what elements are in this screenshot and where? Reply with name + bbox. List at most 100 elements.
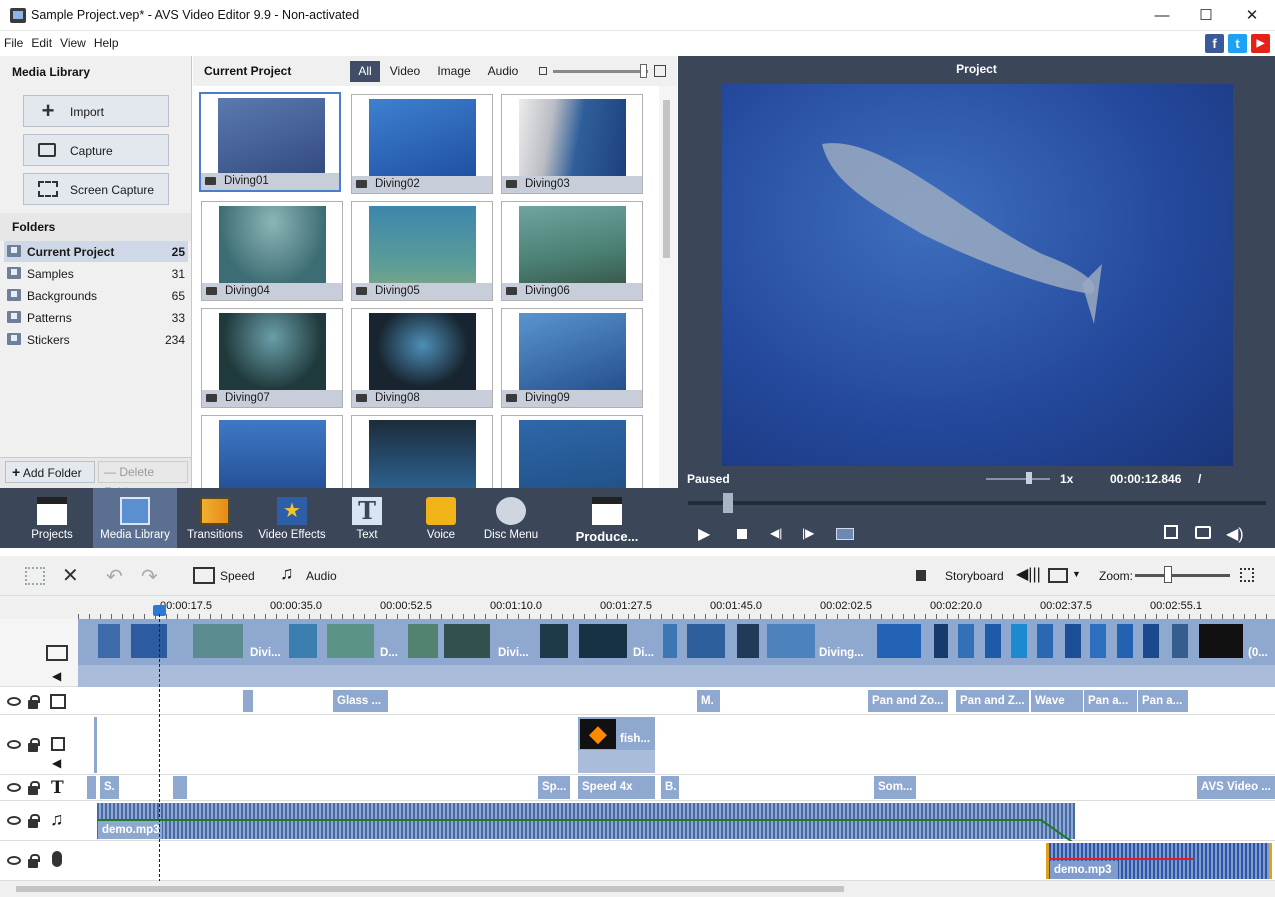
stop-icon[interactable] [737,529,747,539]
media-item[interactable]: Diving05 [351,201,493,301]
filter-image-tab[interactable]: Image [432,61,476,82]
text-clip[interactable]: AVS Video ... [1197,776,1275,799]
speed-button[interactable]: Speed [220,569,255,583]
speed-slider[interactable] [986,478,1050,480]
media-item[interactable]: Diving03 [501,94,643,194]
eye-icon[interactable] [7,740,21,749]
audio-clip[interactable] [97,803,1075,839]
transitions-tool[interactable]: Transitions [180,488,250,548]
facebook-icon[interactable]: f [1205,34,1224,53]
next-frame-icon[interactable]: |▶ [802,526,814,540]
crop-icon[interactable] [25,567,45,585]
eye-icon[interactable] [7,783,21,792]
menu-file[interactable]: File [0,31,27,55]
effect-clip[interactable]: Pan a... [1084,690,1137,712]
audio-icon[interactable]: ♫ [280,563,294,584]
eye-icon[interactable] [7,697,21,706]
slider-handle[interactable] [640,64,647,78]
media-item[interactable] [351,415,493,488]
video-audio-strip[interactable] [78,665,1275,687]
small-thumb-icon[interactable] [539,67,547,75]
delete-icon[interactable]: ✕ [62,563,79,588]
chevron-down-icon[interactable]: ▼ [1072,569,1081,579]
folder-patterns[interactable]: Patterns 33 [4,307,188,328]
media-item[interactable] [501,415,643,488]
media-item[interactable]: Diving02 [351,94,493,194]
twitter-icon[interactable]: t [1228,34,1247,53]
speed-icon[interactable] [193,567,215,584]
effect-clip[interactable]: M. [697,690,720,712]
add-folder-button[interactable]: + Add Folder [5,461,95,483]
overlay-clip[interactable]: ◆ fish... [578,717,655,773]
text-clip[interactable] [173,776,187,799]
scrollbar-thumb[interactable] [16,886,844,892]
media-item[interactable]: Diving07 [201,308,343,408]
media-item[interactable]: Diving01 [199,92,341,192]
large-thumb-icon[interactable] [654,65,666,77]
effect-clip[interactable]: Pan and Z... [956,690,1029,712]
storyboard-button[interactable]: Storyboard [945,569,1004,583]
play-icon[interactable]: ▶ [698,524,710,544]
delete-folder-button[interactable]: — Delete Folder [98,461,188,499]
media-item[interactable]: Diving09 [501,308,643,408]
previous-frame-icon[interactable]: ◀| [770,526,782,540]
folder-samples[interactable]: Samples 31 [4,263,188,284]
text-clip[interactable] [87,776,96,799]
effect-clip[interactable]: Pan a... [1138,690,1188,712]
thumb-size-slider[interactable] [553,70,648,73]
folder-stickers[interactable]: Stickers 234 [4,329,188,350]
disc-menu-tool[interactable]: Disc Menu [478,488,544,548]
overlay-track[interactable]: ◀ ◆ fish... [0,715,1275,775]
media-item[interactable]: Diving06 [501,201,643,301]
filter-audio-tab[interactable]: Audio [482,61,524,82]
produce-tool[interactable]: Produce... [566,488,648,548]
split-icon[interactable] [836,528,854,540]
effect-clip[interactable]: Glass ... [333,690,388,712]
lock-icon[interactable] [28,781,40,795]
projects-tool[interactable]: Projects [16,488,88,548]
menu-edit[interactable]: Edit [27,31,56,55]
media-library-tool[interactable]: Media Library [93,488,177,548]
filter-all-tab[interactable]: All [350,61,380,82]
seek-bar[interactable] [688,501,1266,505]
menu-help[interactable]: Help [90,31,123,55]
effect-clip[interactable]: Pan and Zo... [868,690,948,712]
eye-icon[interactable] [7,856,21,865]
effects-track[interactable]: Glass ... M. Pan and Zo... Pan and Z... … [0,687,1275,715]
zoom-handle[interactable] [1164,566,1172,583]
zoom-slider[interactable] [1135,574,1230,577]
text-clip[interactable]: Som... [874,776,916,799]
minimize-button[interactable]: — [1139,0,1185,31]
timeline-scrollbar[interactable] [0,881,1275,897]
undo-icon[interactable]: ↶ [106,564,123,589]
snapshot-icon[interactable] [1195,526,1211,539]
voice-track[interactable]: demo.mp3 [0,841,1275,881]
text-track[interactable]: T S. Sp... Speed 4x B. Som... AVS Video … [0,775,1275,801]
voice-tool[interactable]: Voice [411,488,471,548]
lock-icon[interactable] [28,738,40,752]
menu-view[interactable]: View [56,31,90,55]
scrollbar-thumb[interactable] [663,100,670,258]
folder-current-project[interactable]: Current Project 25 [4,241,188,262]
audio-track[interactable]: ♫ demo.mp3 [0,801,1275,845]
audio-button[interactable]: Audio [306,569,337,583]
media-item[interactable] [201,415,343,488]
media-grid-scrollbar[interactable] [659,86,677,488]
volume-icon[interactable]: ◀) [1226,524,1244,544]
video-effects-tool[interactable]: ★ Video Effects [252,488,332,548]
lock-icon[interactable] [28,814,40,828]
import-button[interactable]: + Import [23,95,169,127]
fullscreen-icon[interactable] [1164,525,1178,539]
fit-timeline-icon[interactable] [1240,568,1254,582]
capture-button[interactable]: Capture [23,134,169,166]
media-item[interactable]: Diving04 [201,201,343,301]
filter-video-tab[interactable]: Video [388,61,422,82]
youtube-icon[interactable]: ▶ [1251,34,1270,53]
audio-mixer-icon[interactable]: ◀||| [1016,564,1041,584]
text-clip[interactable]: Speed 4x [578,776,655,799]
text-clip[interactable]: S. [100,776,119,799]
lock-icon[interactable] [28,854,40,868]
effect-clip[interactable]: Wave [1031,690,1083,712]
aspect-ratio-icon[interactable] [1048,568,1068,583]
effect-clip[interactable] [243,690,253,712]
